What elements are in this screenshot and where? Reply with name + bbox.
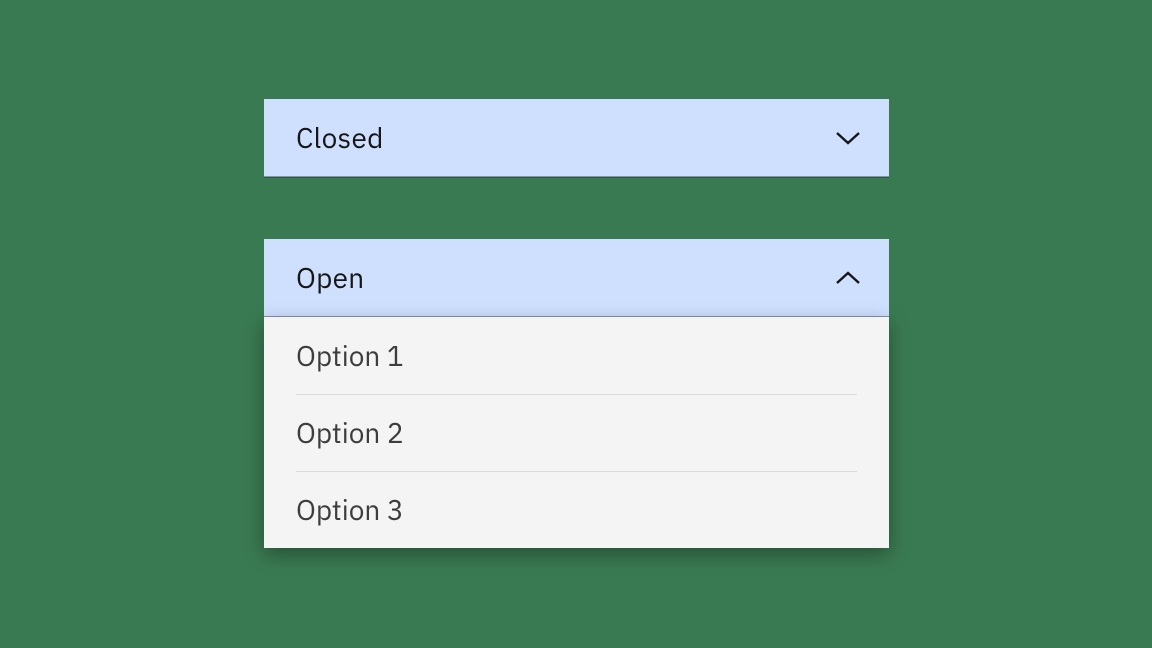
- dropdown-menu: Option 1 Option 2 Option 3: [264, 317, 889, 548]
- dropdown-option[interactable]: Option 2: [264, 394, 889, 471]
- chevron-up-icon: [835, 270, 861, 286]
- dropdown-option-label: Option 2: [296, 414, 404, 451]
- dropdown-option-label: Option 1: [296, 337, 404, 374]
- dropdown-option[interactable]: Option 1: [264, 317, 889, 394]
- dropdown-open: Open Option 1 Option 2 Option 3: [264, 239, 889, 548]
- dropdown-closed: Closed: [264, 99, 889, 177]
- dropdown-closed-field[interactable]: Closed: [264, 99, 889, 177]
- dropdown-option-label: Option 3: [296, 491, 404, 528]
- dropdown-open-field[interactable]: Open: [264, 239, 889, 317]
- dropdown-closed-label: Closed: [296, 119, 384, 156]
- dropdown-open-label: Open: [296, 259, 364, 296]
- chevron-down-icon: [835, 130, 861, 146]
- dropdown-option[interactable]: Option 3: [264, 471, 889, 548]
